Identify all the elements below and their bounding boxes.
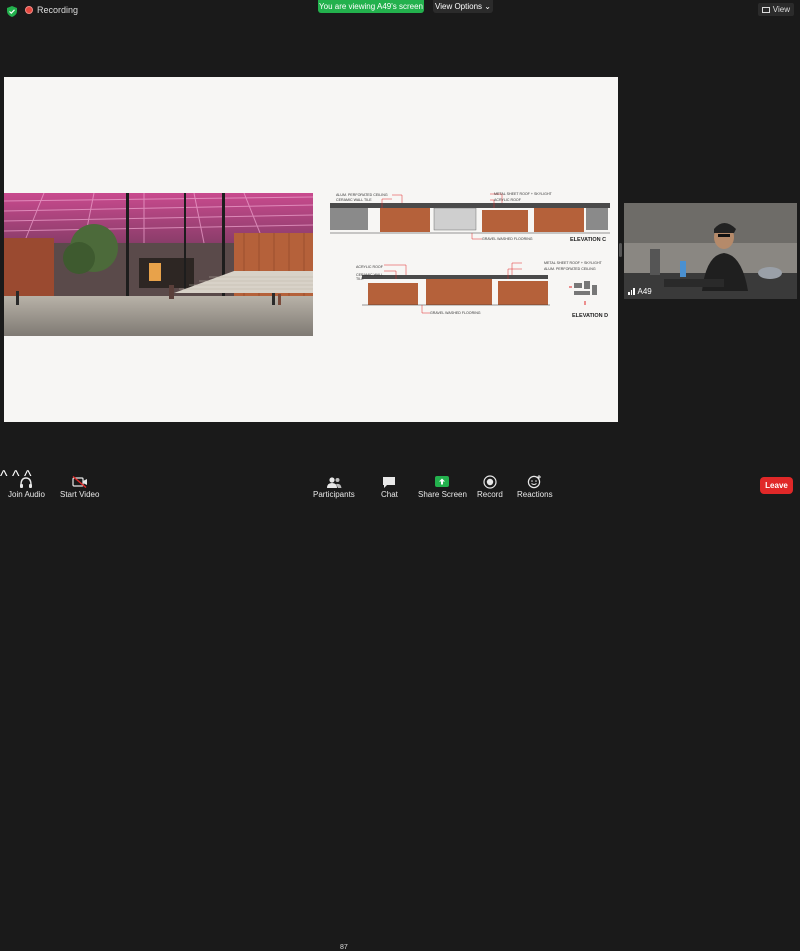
- grid-icon: [761, 6, 770, 13]
- elevation-c-label-5: GRAVEL WASHED FLOORING: [482, 237, 533, 241]
- elevation-d-title: ELEVATION D: [572, 313, 609, 319]
- record-label: Record: [477, 490, 503, 499]
- participant-video-feed: [624, 203, 797, 299]
- elevation-d-label-1: ACRYLIC ROOF: [356, 265, 383, 269]
- elevation-d-label-2: CERAMIC WALL TILE: [356, 273, 384, 281]
- elevation-d-label-5: GRAVEL WASHED FLOORING: [430, 311, 481, 315]
- leave-button[interactable]: Leave: [760, 477, 793, 494]
- join-audio-label: Join Audio: [8, 490, 45, 499]
- recording-dot-icon: [25, 6, 33, 14]
- architectural-rendering-image: [4, 193, 313, 336]
- participant-video-tile[interactable]: A49: [624, 203, 797, 299]
- chat-button[interactable]: Chat: [381, 474, 398, 499]
- share-screen-button[interactable]: Share Screen: [418, 474, 467, 499]
- elevation-c-label-1: ALUM. PERFORATED CEILING: [336, 193, 388, 197]
- elevation-c-label-4: ACRYLIC ROOF: [494, 198, 521, 202]
- recording-label: Recording: [37, 5, 79, 15]
- reactions-label: Reactions: [517, 490, 553, 499]
- chevron-down-icon: ⌄: [484, 2, 491, 11]
- headphones-icon: [20, 476, 33, 488]
- meeting-top-bar: Recording You are viewing A49's screen V…: [0, 0, 800, 22]
- participants-label: Participants: [313, 490, 355, 499]
- elevation-c-label-3: METAL SHEET ROOF + SKYLIGHT: [494, 192, 552, 196]
- security-shield-icon[interactable]: [7, 6, 17, 17]
- elevation-d-labels: ACRYLIC ROOF CERAMIC WALL TILE METAL SHE…: [322, 257, 612, 327]
- record-icon: [483, 475, 497, 489]
- elevation-d-label-4: ALUM. PERFORATED CEILING: [544, 267, 596, 271]
- view-options-button[interactable]: View Options ⌄: [433, 0, 493, 13]
- shared-screen: ALUM. PERFORATED CEILING CERAMIC WALL TI…: [4, 77, 618, 422]
- share-screen-icon: [435, 476, 450, 487]
- start-video-label: Start Video: [60, 490, 100, 499]
- chat-icon: [383, 476, 396, 488]
- signal-strength-icon: [628, 288, 635, 295]
- elevation-d-label-3: METAL SHEET ROOF + SKYLIGHT: [544, 261, 602, 265]
- view-layout-button[interactable]: View: [757, 3, 794, 16]
- elevation-c-title: ELEVATION C: [570, 237, 607, 243]
- audio-options-chevron-icon[interactable]: ^: [0, 468, 8, 485]
- participants-button[interactable]: Participants: [313, 474, 355, 499]
- panel-resize-handle[interactable]: [619, 243, 622, 257]
- view-button-label: View: [772, 5, 790, 14]
- chat-label: Chat: [381, 490, 398, 499]
- view-options-label: View Options: [435, 2, 483, 11]
- elevation-c-labels: ALUM. PERFORATED CEILING CERAMIC WALL TI…: [322, 189, 612, 254]
- viewing-screen-banner: You are viewing A49's screen: [318, 0, 424, 13]
- recording-indicator[interactable]: Recording: [25, 5, 78, 15]
- start-video-button[interactable]: Start Video: [60, 474, 99, 499]
- participant-name: A49: [637, 287, 652, 296]
- meeting-toolbar: Join Audio ^ Start Video ^ Participants …: [0, 468, 800, 951]
- join-audio-button[interactable]: Join Audio: [8, 474, 45, 499]
- emoji-add-icon: [528, 475, 542, 489]
- participants-icon: [326, 477, 342, 488]
- participants-count: 87: [340, 944, 348, 951]
- video-off-icon: [72, 476, 87, 488]
- participant-name-tag: A49: [628, 287, 652, 296]
- elevation-c-label-2: CERAMIC WALL TILE: [336, 198, 372, 202]
- share-screen-label: Share Screen: [418, 490, 467, 499]
- record-button[interactable]: Record: [477, 474, 503, 499]
- reactions-button[interactable]: Reactions: [517, 474, 553, 499]
